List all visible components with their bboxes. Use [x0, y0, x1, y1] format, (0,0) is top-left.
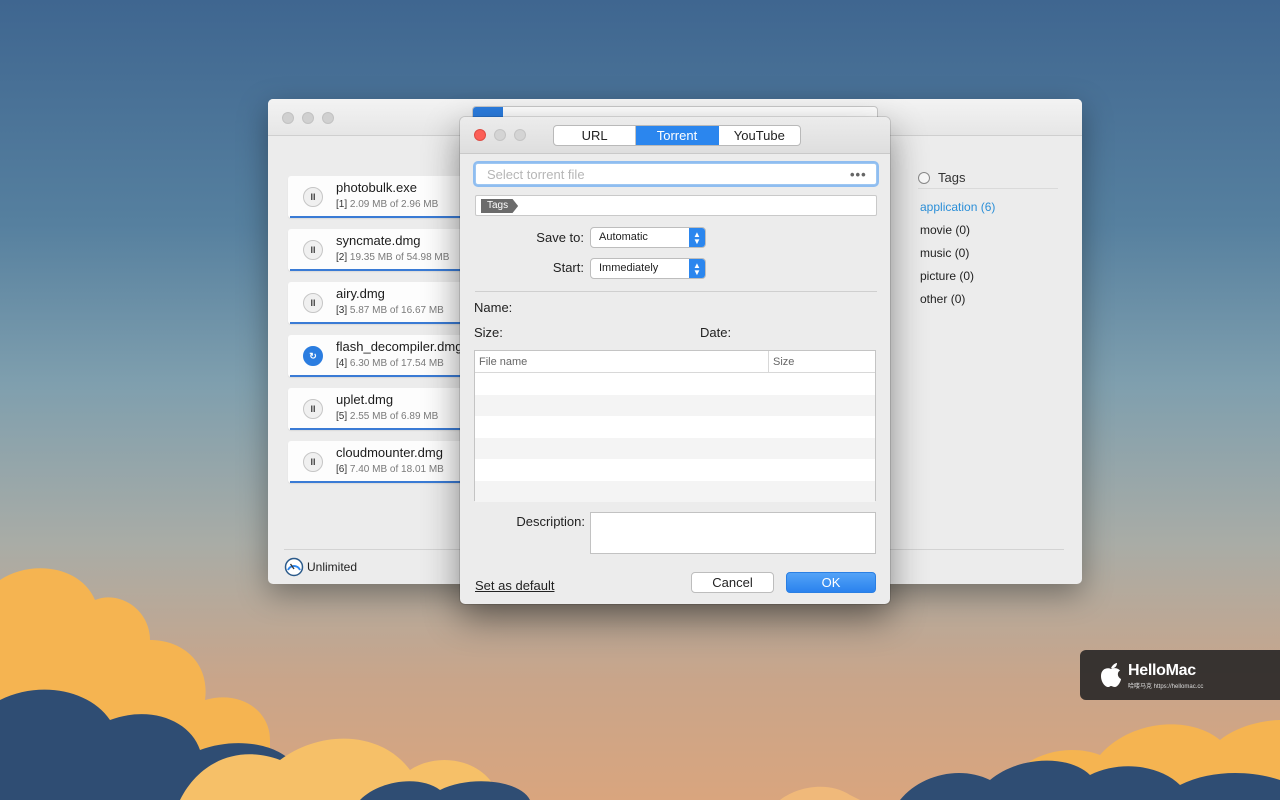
dialog-minimize-button: [494, 129, 506, 141]
start-label: Start:: [552, 260, 584, 275]
download-progress: [5] 2.55 MB of 6.89 MB: [336, 411, 439, 422]
table-row: [475, 416, 875, 438]
tab-youtube[interactable]: YouTube: [719, 126, 800, 145]
table-row: [475, 459, 875, 481]
column-size[interactable]: Size: [769, 351, 875, 372]
download-item[interactable]: II photobulk.exe [1] 2.09 MB of 2.96 MB: [288, 176, 463, 218]
download-item[interactable]: II airy.dmg [3] 5.87 MB of 16.67 MB: [288, 282, 463, 324]
download-item[interactable]: II uplet.dmg [5] 2.55 MB of 6.89 MB: [288, 388, 463, 430]
table-row: [475, 394, 875, 416]
apple-logo-icon: [1101, 663, 1121, 687]
cancel-button[interactable]: Cancel: [691, 572, 774, 593]
save-to-select[interactable]: Automatic ▲ ▼: [590, 227, 706, 248]
column-file-name[interactable]: File name: [475, 351, 769, 372]
source-segmented-control: URL Torrent YouTube: [553, 125, 801, 146]
download-name: uplet.dmg: [336, 392, 394, 407]
pause-icon[interactable]: II: [303, 240, 323, 260]
watermark: HelloMac 哈喽马克 https://hellomac.cc: [1080, 650, 1280, 700]
pause-icon[interactable]: II: [303, 399, 323, 419]
download-progress: [3] 5.87 MB of 16.67 MB: [336, 305, 444, 316]
description-field[interactable]: [590, 512, 876, 554]
save-to-label: Save to:: [536, 230, 584, 245]
tag-item-picture[interactable]: picture (0): [918, 265, 1068, 288]
dialog-zoom-button: [514, 129, 526, 141]
chevron-updown-icon: ▲ ▼: [689, 228, 705, 247]
browse-button[interactable]: •••: [850, 167, 867, 182]
tags-chip: Tags: [481, 199, 519, 213]
watermark-brand: HelloMac: [1128, 662, 1196, 679]
minimize-button[interactable]: [302, 112, 314, 124]
download-name: flash_decompiler.dmg: [336, 339, 463, 354]
download-item[interactable]: II cloudmounter.dmg [6] 7.40 MB of 18.01…: [288, 441, 463, 483]
download-list: II photobulk.exe [1] 2.09 MB of 2.96 MB …: [288, 176, 468, 494]
tag-item-other[interactable]: other (0): [918, 288, 1068, 311]
tab-url[interactable]: URL: [554, 126, 637, 145]
description-label: Description:: [516, 514, 585, 529]
dialog-titlebar: URL Torrent YouTube: [460, 117, 890, 154]
tags-field[interactable]: Tags: [475, 195, 877, 216]
table-header: File name Size: [475, 351, 875, 373]
size-label: Size:: [474, 325, 503, 340]
download-item[interactable]: ↻ flash_decompiler.dmg [4] 6.30 MB of 17…: [288, 335, 463, 377]
name-label: Name:: [474, 300, 513, 315]
close-button[interactable]: [282, 112, 294, 124]
download-item[interactable]: II syncmate.dmg [2] 19.35 MB of 54.98 MB: [288, 229, 463, 271]
zoom-button[interactable]: [322, 112, 334, 124]
table-row: [475, 373, 875, 395]
start-select[interactable]: Immediately ▲ ▼: [590, 258, 706, 279]
tags-panel: Tags application (6) movie (0) music (0)…: [918, 170, 1068, 311]
speedometer-icon: [284, 557, 304, 577]
download-name: cloudmounter.dmg: [336, 445, 443, 460]
chevron-updown-icon: ▲ ▼: [689, 259, 705, 278]
download-name: photobulk.exe: [336, 180, 417, 195]
add-download-dialog: URL Torrent YouTube ••• Tags Save to: Au…: [460, 117, 890, 604]
pause-icon[interactable]: II: [303, 452, 323, 472]
download-name: syncmate.dmg: [336, 233, 421, 248]
refresh-icon[interactable]: ↻: [303, 346, 323, 366]
ok-button[interactable]: OK: [786, 572, 876, 593]
pause-icon[interactable]: II: [303, 187, 323, 207]
radio-icon[interactable]: [918, 171, 930, 184]
speed-limit[interactable]: Unlimited: [284, 557, 357, 577]
date-label: Date:: [700, 325, 732, 340]
download-progress: [1] 2.09 MB of 2.96 MB: [336, 199, 439, 210]
tags-header[interactable]: Tags: [918, 170, 1058, 189]
tag-item-music[interactable]: music (0): [918, 242, 1068, 265]
set-as-default-link[interactable]: Set as default: [475, 578, 555, 593]
tab-torrent[interactable]: Torrent: [636, 126, 719, 145]
download-name: airy.dmg: [336, 286, 385, 301]
divider: [475, 291, 877, 292]
download-progress: [6] 7.40 MB of 18.01 MB: [336, 464, 444, 475]
table-row: [475, 480, 875, 502]
tag-item-application[interactable]: application (6): [918, 196, 1068, 219]
file-table[interactable]: File name Size: [474, 350, 876, 502]
table-row: [475, 437, 875, 459]
download-progress: [4] 6.30 MB of 17.54 MB: [336, 358, 444, 369]
torrent-file-input[interactable]: [475, 163, 877, 185]
pause-icon[interactable]: II: [303, 293, 323, 313]
download-progress: [2] 19.35 MB of 54.98 MB: [336, 252, 450, 263]
tag-item-movie[interactable]: movie (0): [918, 219, 1068, 242]
dialog-close-button[interactable]: [474, 129, 486, 141]
watermark-subtitle: 哈喽马克 https://hellomac.cc: [1128, 684, 1204, 690]
